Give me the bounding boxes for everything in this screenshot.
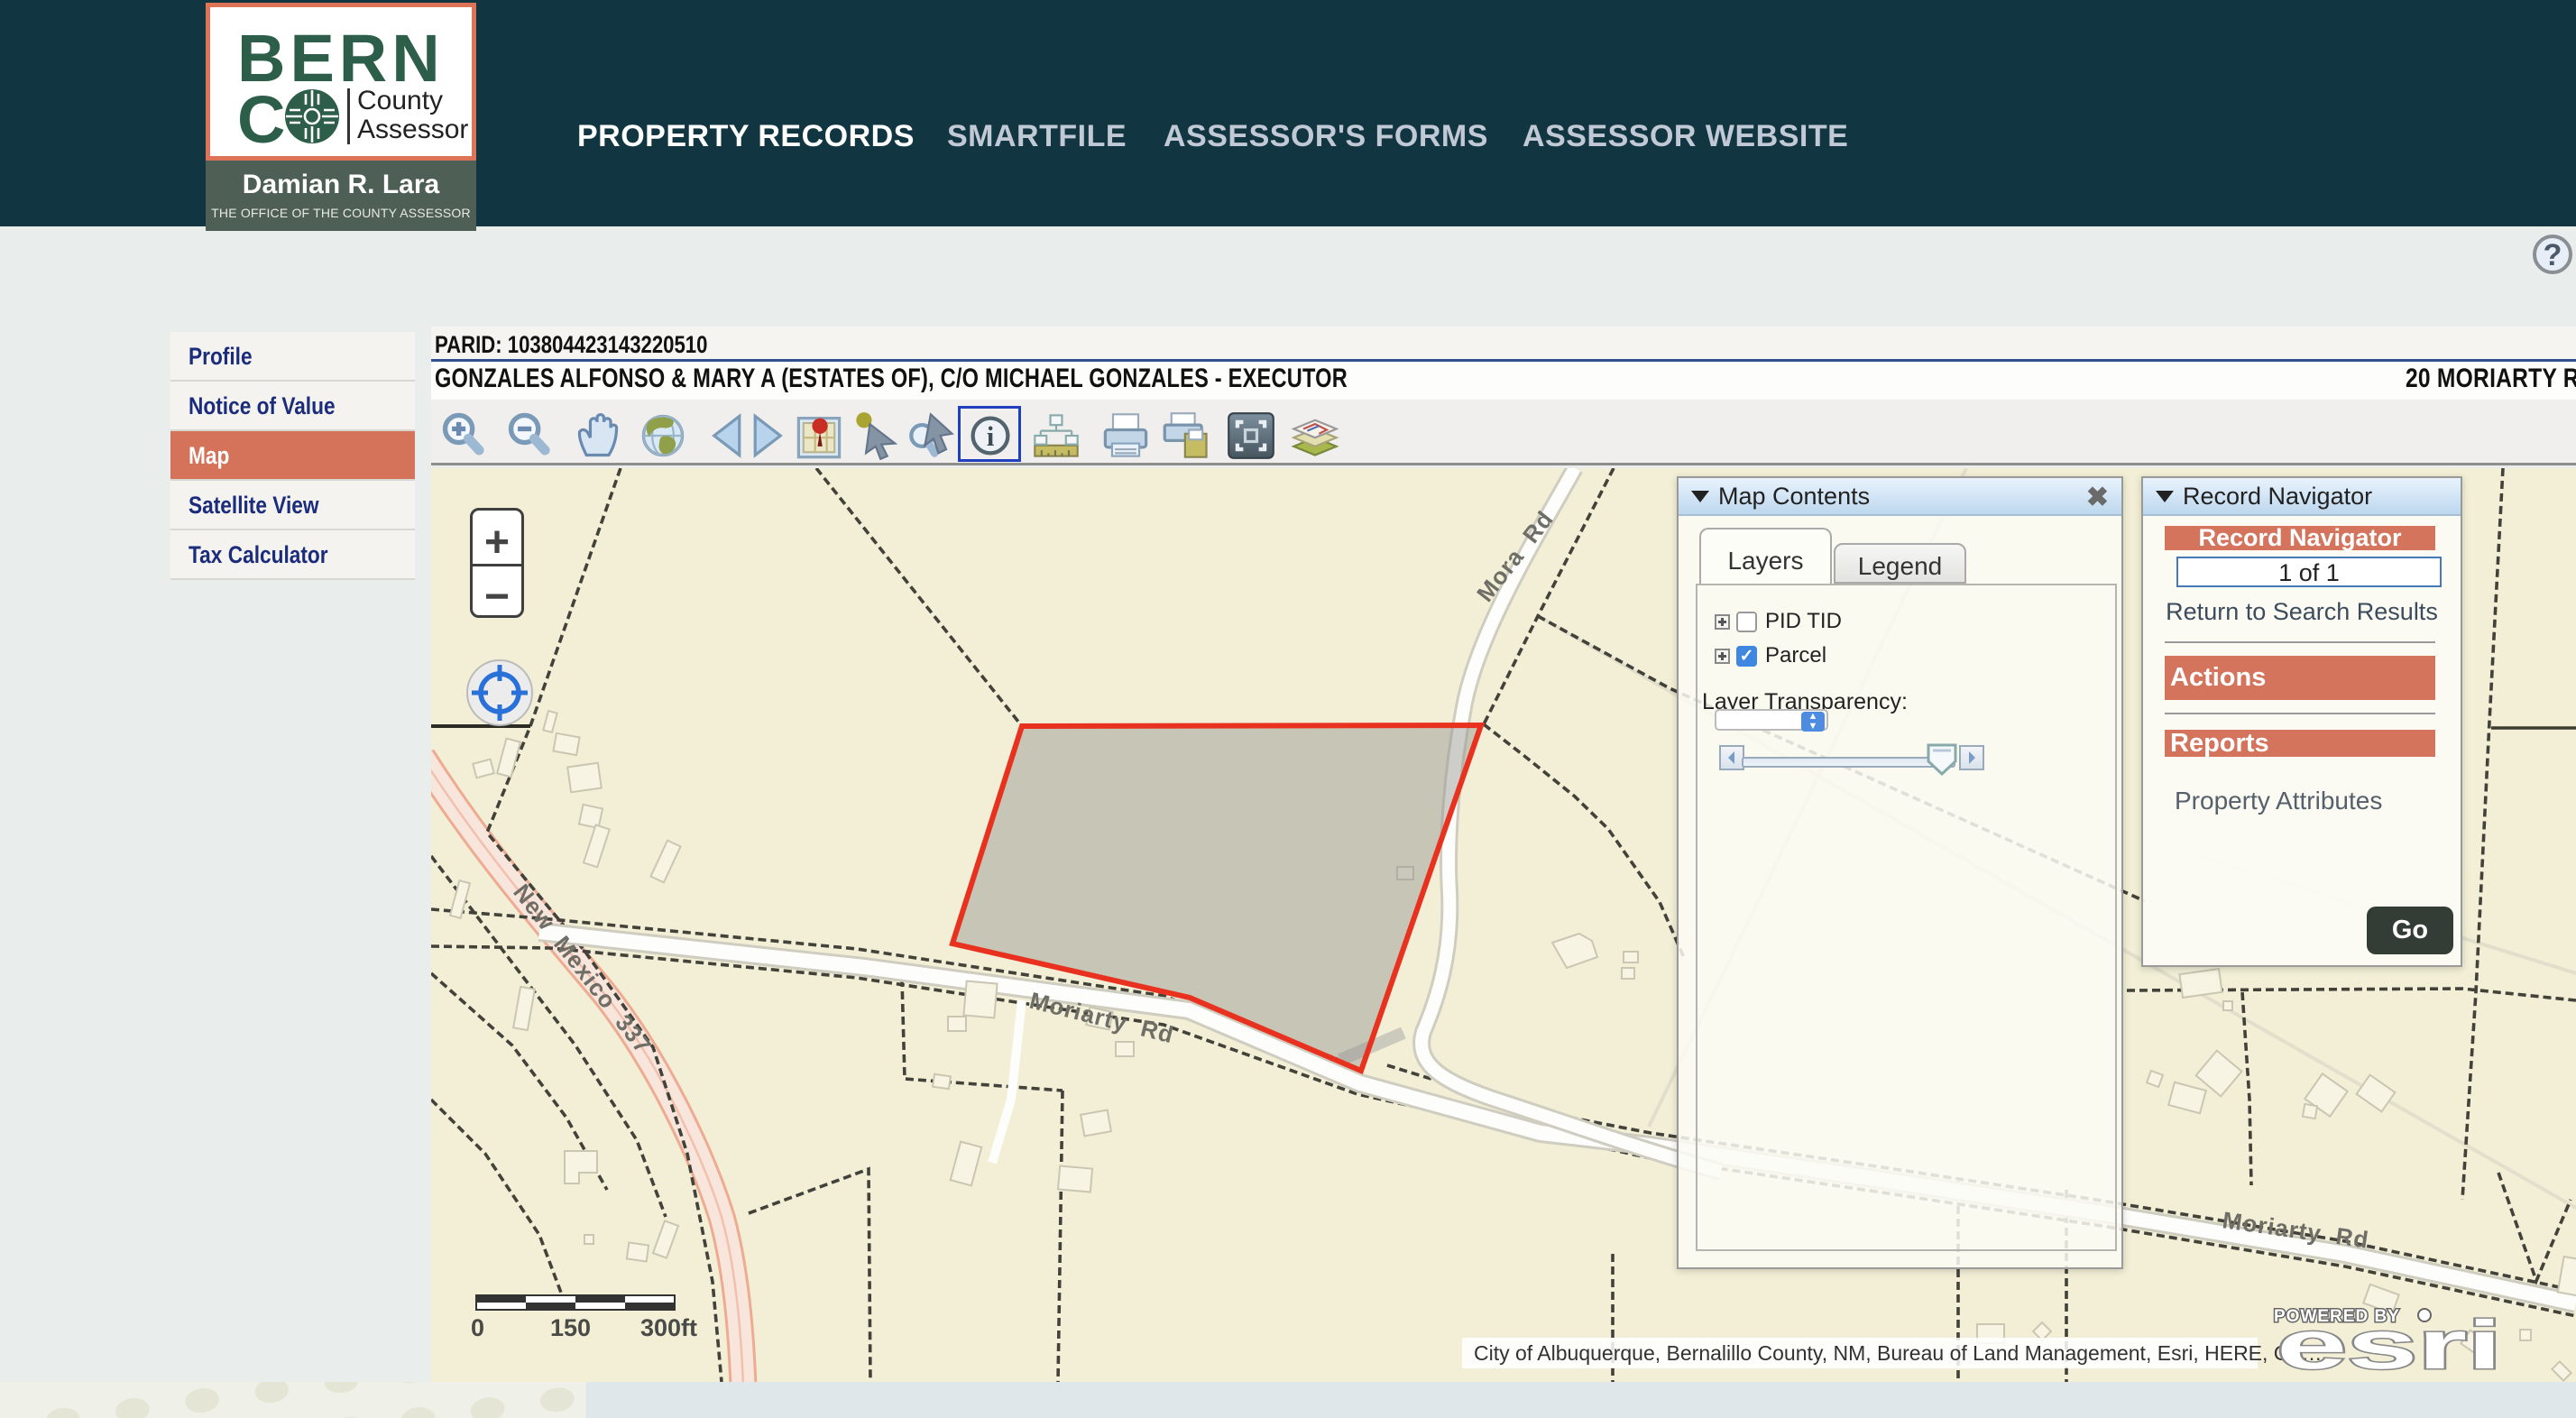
svg-text:0: 0 bbox=[471, 1314, 484, 1341]
svg-text:150: 150 bbox=[550, 1314, 591, 1341]
svg-text:esri: esri bbox=[2277, 1306, 2502, 1382]
svg-text:300ft: 300ft bbox=[640, 1314, 697, 1341]
svg-text:City of Albuquerque, Bernalill: City of Albuquerque, Bernalillo County, … bbox=[1474, 1341, 2322, 1365]
